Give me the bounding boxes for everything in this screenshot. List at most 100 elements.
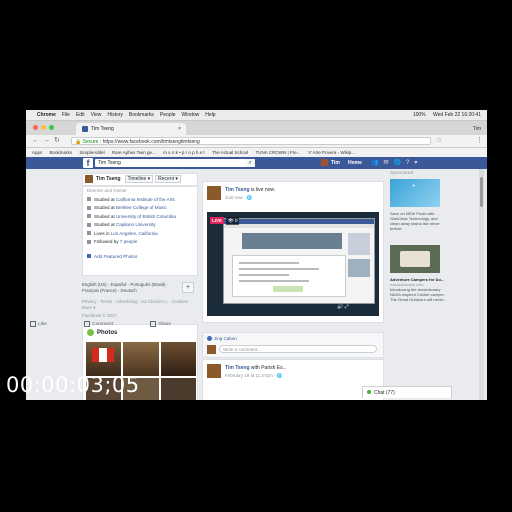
education-icon	[87, 197, 91, 202]
post-author[interactable]: Tim Tseng	[225, 187, 250, 193]
url-text: https://www.facebook.com/timtsengtimtsen…	[102, 139, 200, 145]
add-featured-photos-link[interactable]: Add Featured Photos	[83, 253, 197, 262]
bookmark-arte-povera[interactable]: 's' Arte Povera - Wikip...	[308, 150, 355, 155]
bookmark-apps[interactable]: Apps	[32, 150, 42, 155]
facebook-logo-icon[interactable]: f	[83, 158, 93, 168]
friend-requests-icon[interactable]: 👥	[371, 160, 383, 166]
menu-history[interactable]: History	[107, 110, 123, 120]
notifications-icon[interactable]: 🌐	[394, 160, 406, 166]
post-action: is live now.	[249, 187, 276, 193]
footer-more[interactable]: More ▾	[82, 305, 196, 311]
photo-thumbnail[interactable]	[86, 342, 121, 376]
ad-image[interactable]	[390, 245, 440, 273]
bookmark-actual-school[interactable]: The Actual School	[212, 150, 248, 155]
ad-image[interactable]: ✦	[390, 179, 440, 207]
avatar	[321, 159, 328, 167]
bookmark-simpleaddel[interactable]: SimpleAddel	[79, 150, 104, 155]
facebook-timeline: Tim Tseng Timeline ▾ Recent ▾ Director and…	[26, 169, 487, 400]
camper-icon	[400, 251, 430, 267]
footer-links[interactable]: Privacy · Terms · Advertising · Ad Choic…	[82, 299, 196, 305]
menu-people[interactable]: People	[160, 110, 176, 120]
minimize-window-button[interactable]	[41, 125, 46, 130]
like-reaction-icon	[207, 336, 212, 342]
bookmark-aphex[interactable]: Rare Aphex Twin ge...	[112, 150, 156, 155]
bookmark-bookmarks[interactable]: Bookmarks	[50, 150, 73, 155]
volume-icon[interactable]: 🔊	[337, 304, 343, 310]
video-frame	[223, 218, 375, 304]
post-title: Tim Tseng is live now.	[225, 187, 275, 193]
fullscreen-icon[interactable]: ⤢	[345, 304, 349, 310]
intro-link[interactable]: Los Angeles, California	[111, 231, 158, 236]
timeline-tab[interactable]: Timeline ▾	[124, 175, 154, 183]
intro-link[interactable]: Capilano University	[116, 222, 156, 227]
post-meta[interactable]: February 19 at 11:37pm · 🌐	[225, 373, 282, 379]
avatar[interactable]	[207, 364, 221, 378]
intro-card: Director and Owner Studied at California…	[82, 186, 198, 276]
bookmark-monk[interactable]: m o n k • p r o p h e t	[163, 150, 205, 155]
scrollbar-thumb[interactable]	[480, 177, 483, 207]
back-icon[interactable]: ←	[32, 135, 39, 147]
comment-input[interactable]: Write a comment...	[219, 345, 377, 353]
sponsored-column: Sponsored ✦ Save on NEW Pools with GlasC…	[390, 169, 470, 400]
comment-button[interactable]: Comment	[84, 321, 131, 327]
page-scrollbar[interactable]	[479, 169, 484, 400]
menu-window[interactable]: Window	[182, 110, 200, 120]
ad-copy[interactable]: Adventure Campers for Du... nasacaravans…	[390, 277, 450, 302]
fb-profile-link[interactable]: Tim	[321, 157, 340, 169]
ad-text[interactable]: Save on NEW Pools with GlasClear Technol…	[390, 211, 445, 231]
post-actions: Like Comment Share	[30, 321, 210, 331]
intro-link[interactable]: University of British Columbia	[116, 214, 176, 219]
intro-link[interactable]: 7 people	[120, 239, 138, 244]
menu-file[interactable]: File	[62, 110, 70, 120]
menu-edit[interactable]: Edit	[76, 110, 85, 120]
close-tab-icon[interactable]: ×	[178, 123, 181, 135]
photo-thumbnail[interactable]	[161, 378, 196, 400]
timeline-name[interactable]: Tim Tseng	[96, 176, 121, 182]
account-menu-icon[interactable]: ▾	[414, 160, 422, 166]
address-bar[interactable]: 🔒 Secure | https://www.facebook.com/timt…	[71, 137, 431, 145]
share-button[interactable]: Share	[150, 321, 189, 327]
menu-help[interactable]: Help	[205, 110, 215, 120]
photo-icon	[87, 254, 91, 259]
forward-icon[interactable]: →	[43, 135, 50, 147]
followers-icon	[87, 239, 91, 244]
intro-link[interactable]: California Institute of the Arts	[116, 197, 175, 202]
reload-icon[interactable]: ↻	[54, 135, 60, 147]
clock-text[interactable]: Wed Feb 22 16:20:41	[433, 112, 481, 118]
chrome-menu-icon[interactable]: ⋮	[476, 135, 483, 147]
intro-prefix: Lives in	[94, 230, 111, 236]
post-header: Tim Tseng is live now. Just now · 🌐	[207, 186, 377, 204]
browser-profile[interactable]: Tim	[473, 123, 481, 135]
photo-thumbnail[interactable]	[161, 342, 196, 376]
language-line[interactable]: Français (France) · Deutsch	[82, 288, 196, 294]
avatar	[85, 174, 93, 183]
chat-bar[interactable]: Chat (77)	[362, 386, 452, 398]
close-window-button[interactable]	[33, 125, 38, 130]
intro-link[interactable]: Berklee College of Music	[116, 205, 167, 210]
likers-link[interactable]: Jing Cabon	[207, 336, 237, 342]
post-author[interactable]: Tim Tseng	[225, 365, 250, 371]
like-button[interactable]: Like	[30, 321, 65, 327]
messages-icon[interactable]: ✉	[383, 160, 393, 166]
intro-row: Studied at Capilano University	[83, 221, 197, 230]
facebook-search-input[interactable]: Tim Tseng	[95, 159, 255, 167]
video-timecode: 00:00:03;05	[6, 373, 140, 397]
menu-view[interactable]: View	[91, 110, 102, 120]
bookmark-tuna[interactable]: TUNA CROWN | Fre...	[255, 150, 300, 155]
bookmark-star-icon[interactable]: ☆	[436, 135, 442, 147]
fb-home-link[interactable]: Home	[348, 157, 362, 169]
live-video[interactable]: LIVE 👁 0 🔊 ⤢	[207, 212, 379, 316]
avatar[interactable]	[207, 186, 221, 200]
photo-thumbnail[interactable]	[123, 342, 159, 376]
intro-prefix: Studied at	[94, 213, 116, 219]
recent-tab[interactable]: Recent ▾	[155, 175, 181, 183]
menu-app-name[interactable]: Chrome	[37, 110, 56, 120]
next-post: Tim Tseng with Parish Es... February 19 …	[202, 359, 384, 400]
search-icon[interactable]: ⌕	[245, 159, 255, 167]
post-tagged[interactable]: with Parish Es...	[250, 365, 287, 371]
menu-bookmarks[interactable]: Bookmarks	[129, 110, 154, 120]
browser-tab[interactable]: Tim Tseng ×	[76, 123, 186, 135]
add-language-button[interactable]: +	[182, 282, 194, 293]
post-meta[interactable]: Just now · 🌐	[225, 195, 252, 201]
zoom-window-button[interactable]	[49, 125, 54, 130]
